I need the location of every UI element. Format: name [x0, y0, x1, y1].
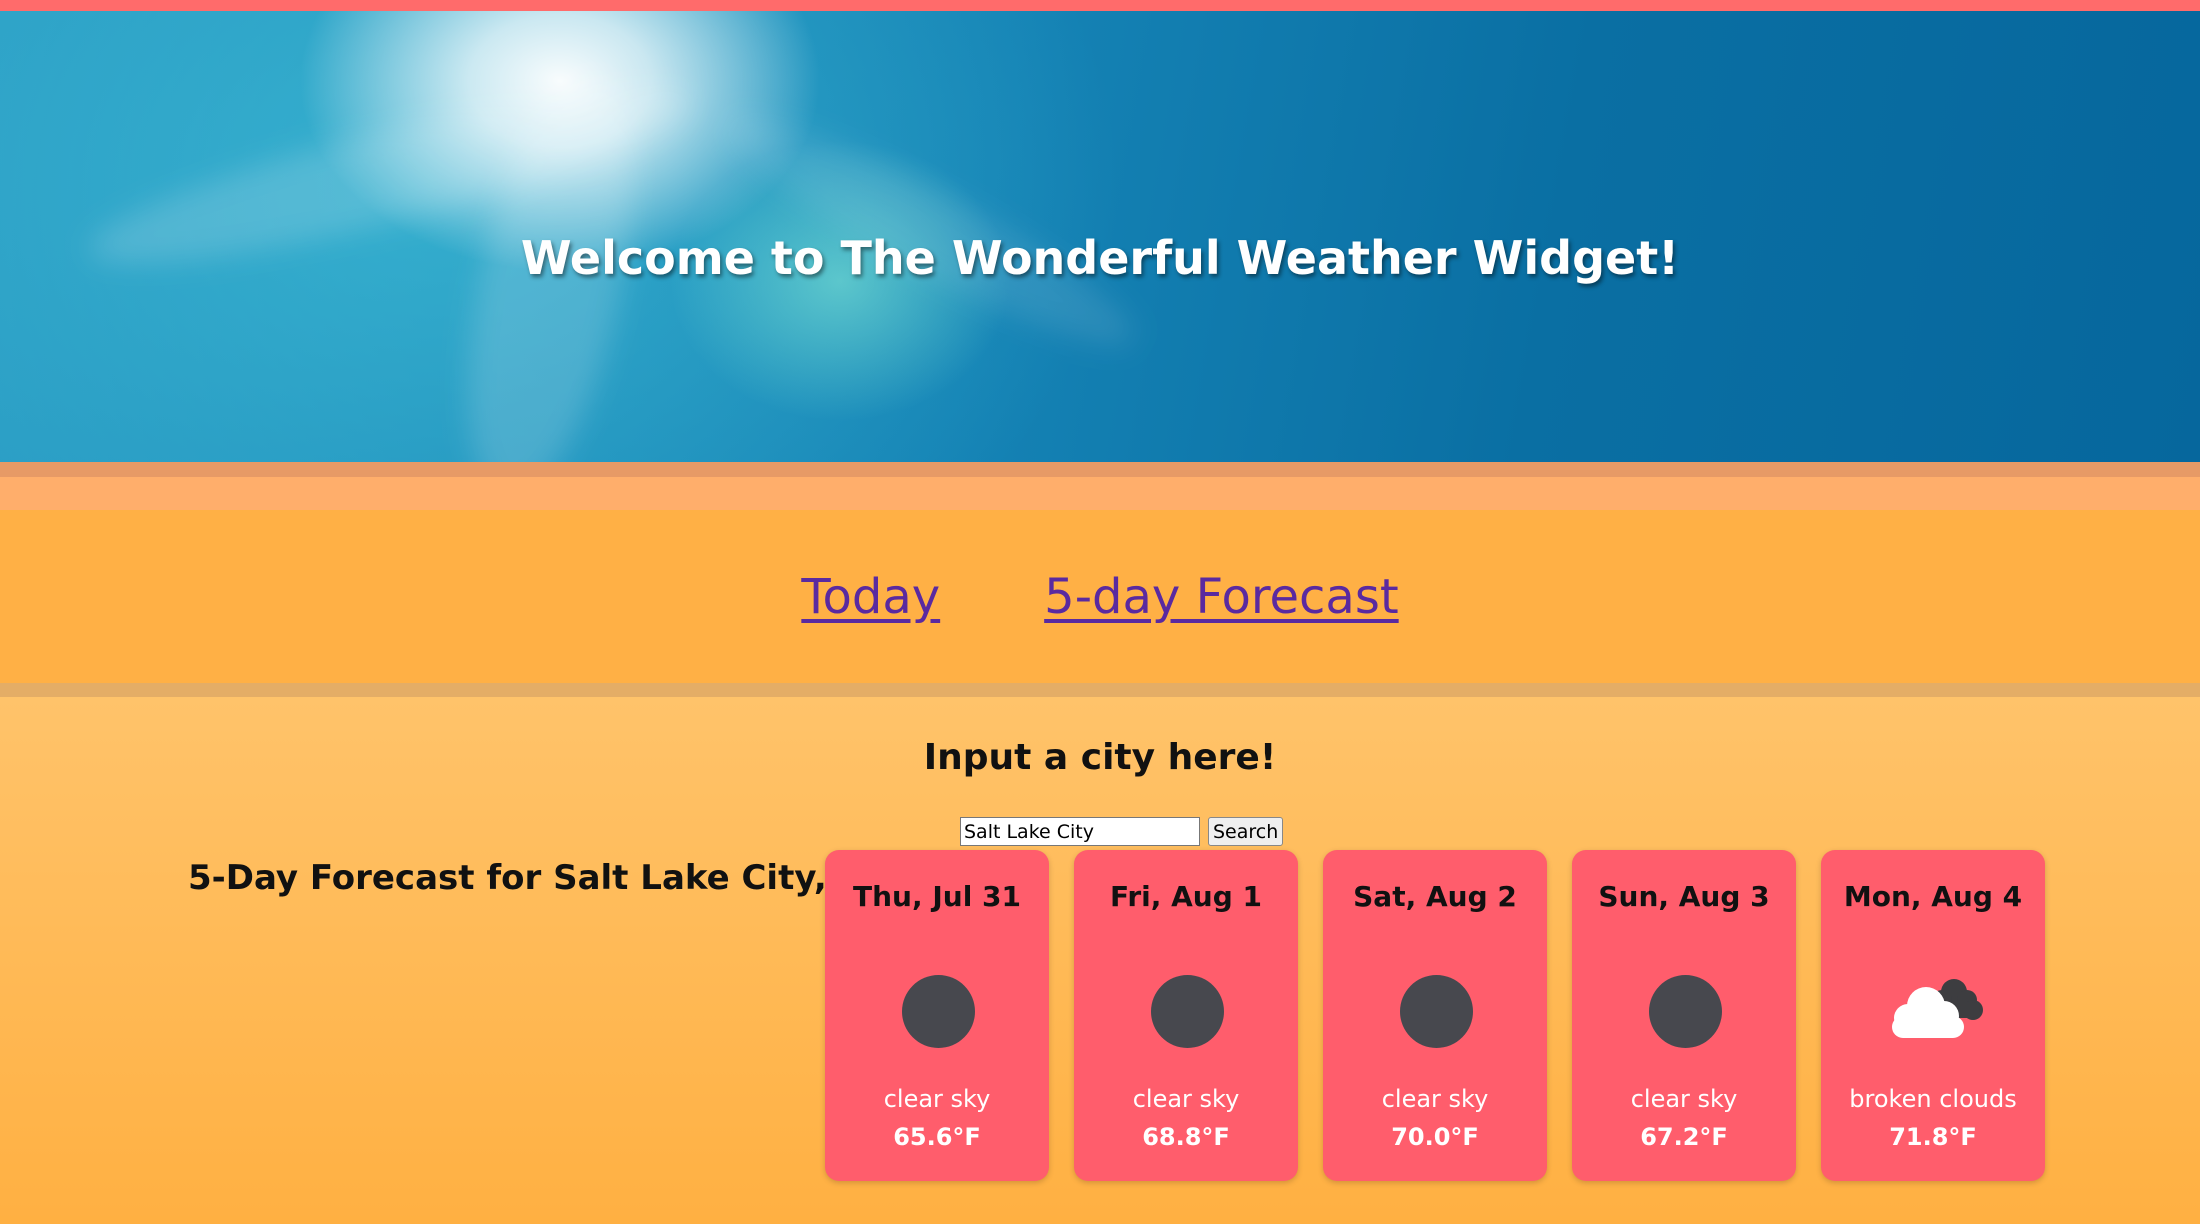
- forecast-temperature: 68.8°F: [1142, 1123, 1230, 1151]
- forecast-card: Mon, Aug 4 broken clouds 71.8°F: [1821, 850, 2045, 1181]
- forecast-description: clear sky: [1381, 1085, 1489, 1113]
- divider-band: [0, 683, 2200, 697]
- forecast-date: Mon, Aug 4: [1843, 880, 2023, 913]
- broken-clouds-icon: [1892, 970, 1983, 1050]
- top-accent-bar: [0, 0, 2200, 11]
- forecast-temperature: 70.0°F: [1391, 1123, 1479, 1151]
- forecast-card: Thu, Jul 31 clear sky 65.6°F: [825, 850, 1049, 1181]
- clear-night-icon: [1395, 970, 1475, 1050]
- hero-banner: Welcome to The Wonderful Weather Widget!: [0, 11, 2200, 462]
- clear-night-icon: [897, 970, 977, 1050]
- forecast-card: Sun, Aug 3 clear sky 67.2°F: [1572, 850, 1796, 1181]
- forecast-temperature: 71.8°F: [1889, 1123, 1977, 1151]
- forecast-description: clear sky: [1132, 1085, 1240, 1113]
- forecast-description: broken clouds: [1849, 1085, 2017, 1113]
- forecast-temperature: 65.6°F: [893, 1123, 981, 1151]
- forecast-date: Sat, Aug 2: [1353, 880, 1517, 913]
- nav-link-5-day-forecast[interactable]: 5-day Forecast: [1044, 569, 1399, 625]
- forecast-date: Fri, Aug 1: [1109, 880, 1262, 913]
- forecast-date: Sun, Aug 3: [1598, 880, 1770, 913]
- search-prompt: Input a city here!: [923, 737, 1277, 778]
- forecast-description: clear sky: [883, 1085, 991, 1113]
- forecast-card: Sat, Aug 2 clear sky 70.0°F: [1323, 850, 1547, 1181]
- clear-night-icon: [1146, 970, 1226, 1050]
- forecast-description: clear sky: [1630, 1085, 1738, 1113]
- search-form: Search: [960, 817, 1284, 846]
- nav-link-today[interactable]: Today: [801, 569, 940, 625]
- divider-band: [0, 462, 2200, 477]
- forecast-card: Fri, Aug 1 clear sky 68.8°F: [1074, 850, 1298, 1181]
- forecast-cards: Thu, Jul 31 clear sky 65.6°F Fri, Aug 1 …: [825, 850, 2045, 1181]
- forecast-date: Thu, Jul 31: [852, 880, 1021, 913]
- forecast-temperature: 67.2°F: [1640, 1123, 1728, 1151]
- page-title: Welcome to The Wonderful Weather Widget!: [520, 231, 1680, 285]
- city-search-input[interactable]: [960, 817, 1200, 846]
- clear-night-icon: [1644, 970, 1724, 1050]
- divider-band: [0, 477, 2200, 510]
- forecast-title: 5-Day Forecast for Salt Lake City, US: [188, 858, 891, 898]
- main-nav: Today 5-day Forecast: [0, 510, 2200, 683]
- search-button[interactable]: Search: [1208, 817, 1284, 846]
